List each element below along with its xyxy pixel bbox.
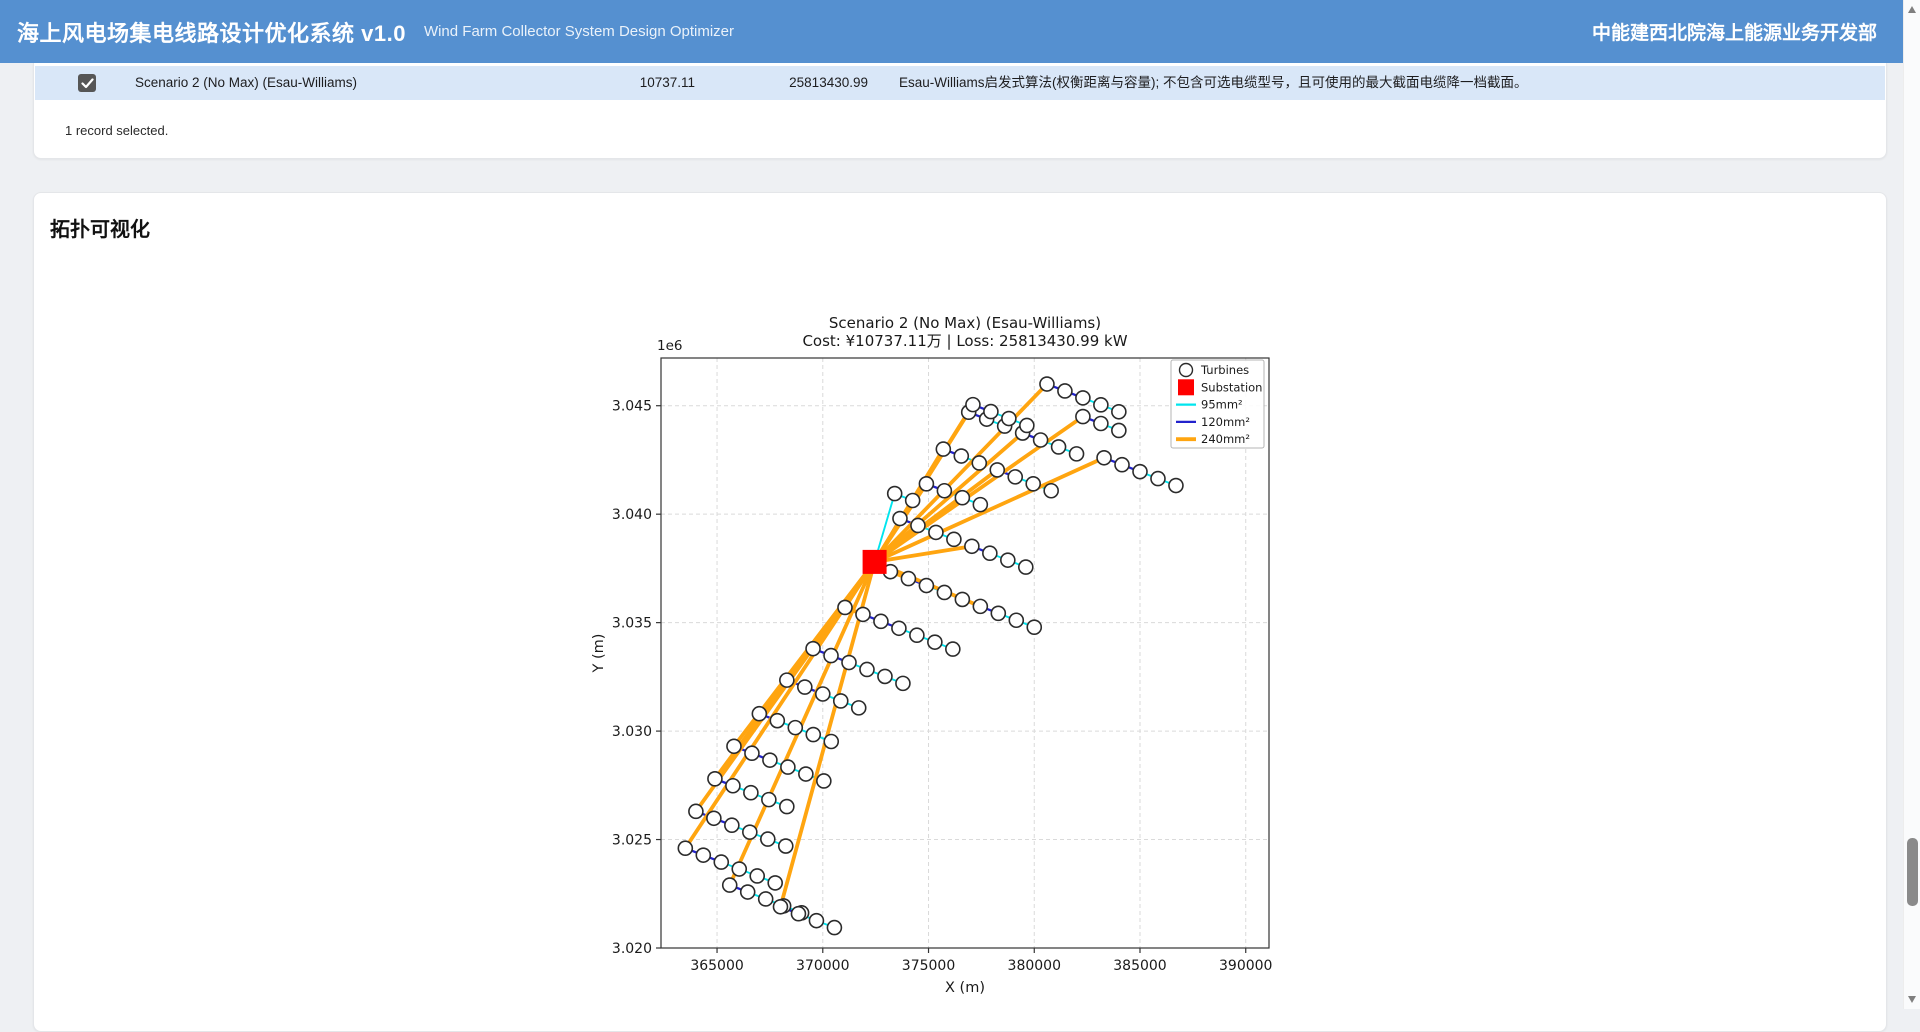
- svg-text:Turbines: Turbines: [1200, 363, 1249, 377]
- svg-text:3.045: 3.045: [612, 399, 652, 415]
- svg-text:240mm²: 240mm²: [1201, 432, 1250, 446]
- scrollbar-thumb[interactable]: [1907, 838, 1918, 906]
- records-selected-text: 1 record selected.: [65, 123, 168, 138]
- app-title: 海上风电场集电线路设计优化系统 v1.0: [17, 16, 406, 48]
- svg-text:390000: 390000: [1219, 958, 1272, 974]
- turbine-markers: [678, 377, 1183, 935]
- svg-text:95mm²: 95mm²: [1201, 398, 1243, 412]
- section-title: 拓扑可视化: [50, 213, 150, 242]
- svg-text:365000: 365000: [690, 958, 743, 974]
- x-axis-label: X (m): [945, 980, 985, 996]
- app-header: 海上风电场集电线路设计优化系统 v1.0 Wind Farm Collector…: [0, 0, 1903, 63]
- svg-text:385000: 385000: [1113, 958, 1166, 974]
- svg-text:3.025: 3.025: [612, 833, 652, 849]
- svg-text:Substation: Substation: [1201, 380, 1262, 394]
- scenario-name-cell: Scenario 2 (No Max) (Esau-Williams): [135, 66, 357, 100]
- scrollbar-down-arrow-icon[interactable]: [1908, 996, 1916, 1003]
- svg-text:3.035: 3.035: [612, 616, 652, 632]
- svg-text:370000: 370000: [796, 958, 849, 974]
- description-cell: Esau-Williams启发式算法(权衡距离与容量); 不包含可选电缆型号，且…: [899, 66, 1528, 100]
- topology-chart: 365000 370000 375000 380000 385000 390000 3.02…: [541, 291, 1331, 1011]
- row-checkbox[interactable]: [78, 74, 96, 92]
- scrollbar-up-arrow-icon[interactable]: [1908, 6, 1916, 13]
- svg-text:1e6: 1e6: [657, 338, 682, 354]
- y-axis-label: Y (m): [591, 634, 607, 674]
- svg-text:375000: 375000: [902, 958, 955, 974]
- topology-chart-container: 365000 370000 375000 380000 385000 390000 3.02…: [541, 291, 1331, 1011]
- app-subtitle: Wind Farm Collector System Design Optimi…: [424, 23, 734, 40]
- table-row[interactable]: Scenario 2 (No Max) (Esau-Williams) 1073…: [35, 66, 1885, 100]
- cost-cell: 10737.11: [505, 66, 695, 100]
- chart-title: Scenario 2 (No Max) (Esau-Williams): [829, 314, 1101, 332]
- org-name: 中能建西北院海上能源业务开发部: [1592, 18, 1877, 45]
- svg-text:3.040: 3.040: [612, 507, 652, 523]
- loss-cell: 25813430.99: [685, 66, 868, 100]
- svg-text:3.020: 3.020: [612, 941, 652, 957]
- svg-text:3.030: 3.030: [612, 724, 652, 740]
- svg-text:380000: 380000: [1008, 958, 1061, 974]
- topology-card: 拓扑可视化 365000 370000 375000 380000 385000 3900…: [33, 192, 1887, 1032]
- cable-lines: [685, 384, 1176, 928]
- chart-legend: Turbines Substation 95mm² 120mm² 240mm²: [1171, 360, 1264, 448]
- check-icon: [81, 78, 94, 89]
- chart-subtitle: Cost: ¥10737.11万 | Loss: 25813430.99 kW: [802, 332, 1127, 350]
- results-card: Scenario 2 (No Max) (Esau-Williams) 1073…: [33, 63, 1887, 159]
- svg-text:120mm²: 120mm²: [1201, 415, 1250, 429]
- substation-marker: [863, 550, 887, 574]
- vertical-scrollbar[interactable]: [1903, 0, 1920, 1009]
